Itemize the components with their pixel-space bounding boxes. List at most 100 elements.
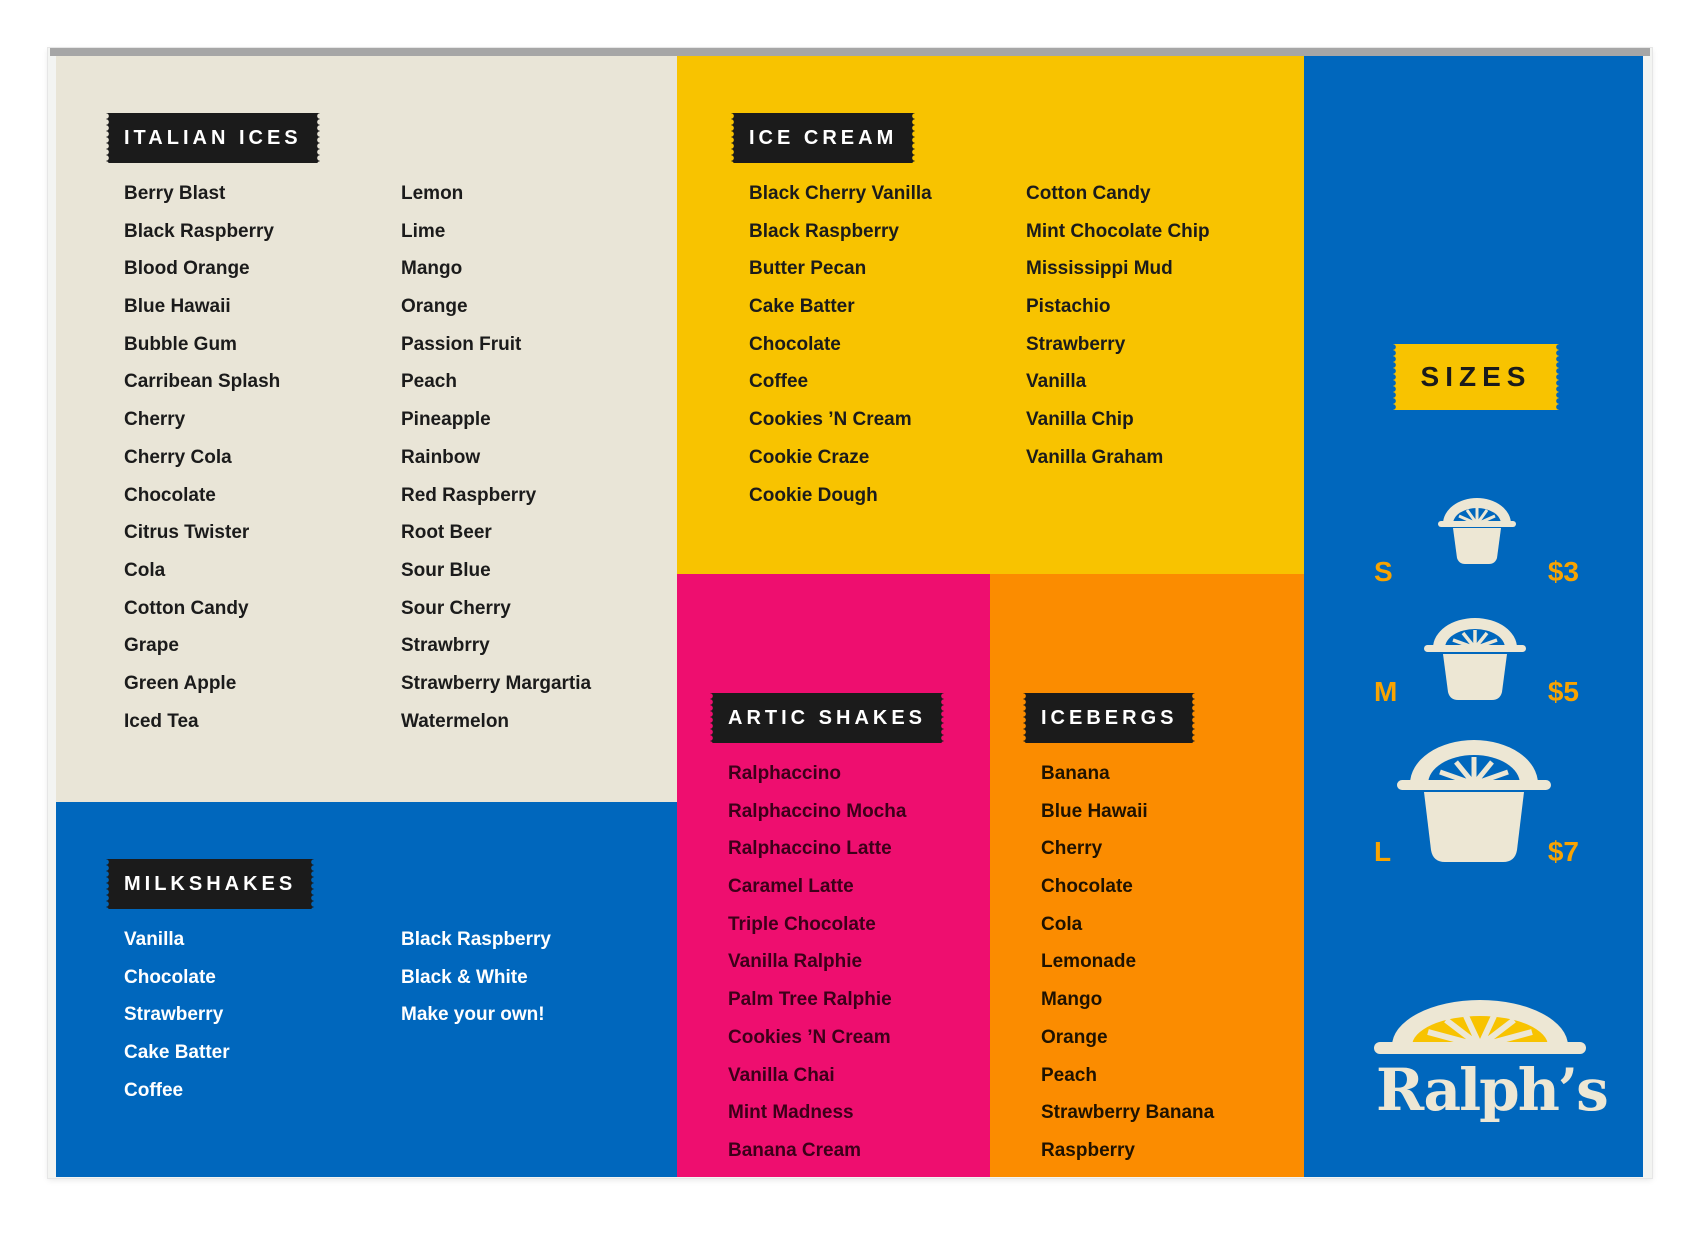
italian-ice-item: Green Apple	[124, 672, 237, 694]
milkshake-item: Black & White	[401, 966, 528, 988]
italian-ices-list-2: Lemon Lime Mango Orange Passion Fruit Peach Pi…	[401, 175, 591, 740]
ice-cream-item: Black Raspberry	[749, 220, 899, 242]
iceberg-item: Chocolate	[1041, 876, 1133, 898]
italian-ice-item: Strawberry Margartia	[401, 672, 592, 694]
menu-frame-top-edge	[50, 48, 1650, 56]
iceberg-item: Blue Hawaii	[1041, 800, 1148, 822]
large-cup-icon	[1397, 740, 1551, 862]
lemon-slice-logo-icon	[1374, 1000, 1586, 1054]
artic-shake-item: Caramel Latte	[728, 876, 854, 898]
brand-name: Ralph’s	[1376, 1056, 1609, 1124]
ice-cream-item: Cookies ’N Cream	[749, 409, 912, 431]
size-letter: L	[1374, 836, 1392, 867]
artic-shake-item: Cookies ’N Cream	[728, 1026, 891, 1048]
ice-cream-panel: ICE CREAM Black Cherry Vanilla Black Rasp…	[677, 56, 1304, 574]
ice-cream-item: Mississippi Mud	[1026, 258, 1173, 280]
artic-shake-item: Ralphaccino	[728, 763, 841, 784]
ice-cream-item: Cookie Craze	[749, 446, 870, 468]
milkshakes-list-1: Vanilla Chocolate Strawberry Cake Batter Cof…	[124, 921, 230, 1109]
italian-ice-item: Black Raspberry	[124, 220, 274, 242]
ice-cream-title: ICE CREAM	[731, 113, 916, 163]
milkshake-item: Black Raspberry	[401, 929, 551, 950]
ice-cream-item: Cotton Candy	[1026, 183, 1151, 204]
ice-cream-item: Strawberry	[1026, 333, 1126, 355]
ice-cream-item: Mint Chocolate Chip	[1026, 220, 1210, 242]
italian-ice-item: Lemon	[401, 183, 464, 204]
iceberg-item: Mango	[1041, 989, 1103, 1011]
ice-cream-item: Vanilla Graham	[1026, 446, 1164, 468]
size-letter: M	[1374, 676, 1398, 707]
icebergs-title: ICEBERGS	[1023, 693, 1196, 743]
milkshake-item: Coffee	[124, 1079, 184, 1101]
italian-ice-item: Bubble Gum	[124, 333, 237, 355]
ice-cream-item: Cookie Dough	[749, 484, 878, 506]
size-price: $3	[1547, 556, 1579, 587]
iceberg-item: Cherry	[1041, 838, 1103, 860]
italian-ice-item: Grape	[124, 635, 179, 657]
italian-ice-item: Lime	[401, 220, 446, 242]
sizes-panel: SIZES S $3 M $5 L $7 Ralph’s	[1304, 56, 1643, 1177]
italian-ice-item: Cherry Cola	[124, 446, 232, 468]
iceberg-item: Raspberry	[1041, 1139, 1135, 1161]
milkshake-item: Cake Batter	[124, 1042, 230, 1064]
ice-cream-list-1: Black Cherry Vanilla Black Raspberry Butte…	[749, 175, 932, 514]
italian-ice-item: Watermelon	[401, 710, 510, 732]
artic-shake-item: Vanilla Ralphie	[728, 951, 863, 973]
italian-ice-item: Passion Fruit	[401, 333, 522, 355]
italian-ices-list-1: Berry Blast Black Raspberry Blood Orange Bl…	[124, 175, 280, 740]
italian-ice-item: Chocolate	[124, 484, 216, 506]
milkshake-item: Strawberry	[124, 1004, 224, 1026]
ice-cream-item: Coffee	[749, 371, 809, 393]
artic-shake-item: Triple Chocolate	[728, 913, 876, 935]
italian-ice-item: Cola	[124, 559, 166, 581]
italian-ices-panel: ITALIAN ICES Berry Blast Black Raspberry B…	[56, 56, 677, 802]
italian-ice-item: Root Beer	[401, 522, 492, 544]
medium-cup-icon	[1424, 618, 1526, 700]
size-letter: S	[1374, 556, 1393, 587]
artic-shake-item: Ralphaccino Latte	[728, 838, 892, 860]
iceberg-item: Lemonade	[1041, 951, 1137, 973]
milkshakes-list-2: Black Raspberry Black & White Make your ow…	[401, 921, 551, 1034]
artic-shake-item: Banana Cream	[728, 1139, 862, 1161]
milkshakes-panel: MILKSHAKES Vanilla Chocolate Strawberry Cak…	[56, 802, 677, 1177]
artic-shakes-title: ARTIC SHAKES	[710, 693, 945, 743]
iceberg-item: Peach	[1041, 1064, 1097, 1086]
size-price: $5	[1547, 676, 1579, 707]
milkshakes-title: MILKSHAKES	[106, 859, 315, 909]
italian-ice-item: Citrus Twister	[124, 522, 250, 544]
italian-ices-title: ITALIAN ICES	[106, 113, 320, 163]
ice-cream-item: Pistachio	[1026, 296, 1111, 318]
artic-shake-item: Palm Tree Ralphie	[728, 989, 892, 1011]
milkshake-item: Vanilla	[124, 929, 185, 950]
italian-ice-item: Sour Blue	[401, 559, 491, 581]
italian-ice-item: Sour Cherry	[401, 597, 511, 619]
ice-cream-item: Vanilla	[1026, 371, 1087, 393]
italian-ice-item: Cotton Candy	[124, 597, 249, 619]
italian-ice-item: Red Raspberry	[401, 484, 537, 506]
artic-shake-item: Ralphaccino Mocha	[728, 800, 907, 822]
ice-cream-list-2: Cotton Candy Mint Chocolate Chip Mississip…	[1026, 175, 1210, 477]
italian-ice-item: Iced Tea	[124, 710, 199, 732]
ice-cream-item: Cake Batter	[749, 296, 855, 318]
iceberg-item: Cola	[1041, 913, 1083, 935]
ice-cream-item: Vanilla Chip	[1026, 409, 1134, 431]
artic-shakes-panel: ARTIC SHAKES Ralphaccino Ralphaccino Moch…	[677, 574, 990, 1177]
artic-shake-item: Vanilla Chai	[728, 1064, 835, 1086]
italian-ice-item: Berry Blast	[124, 183, 226, 204]
italian-ice-item: Peach	[401, 371, 457, 393]
iceberg-item: Orange	[1041, 1026, 1108, 1048]
size-price: $7	[1547, 836, 1579, 867]
milkshake-item: Chocolate	[124, 966, 216, 988]
ice-cream-item: Black Cherry Vanilla	[749, 183, 932, 204]
italian-ice-item: Carribean Splash	[124, 371, 281, 393]
italian-ice-item: Cherry	[124, 409, 186, 431]
italian-ice-item: Strawbrry	[401, 635, 490, 657]
ice-cream-item: Butter Pecan	[749, 258, 867, 280]
milkshake-item: Make your own!	[401, 1004, 545, 1026]
ice-cream-item: Chocolate	[749, 333, 841, 355]
italian-ice-item: Blue Hawaii	[124, 296, 231, 318]
sizes-title: SIZES	[1393, 344, 1559, 410]
iceberg-item: Strawberry Banana	[1041, 1102, 1215, 1124]
small-cup-icon	[1438, 498, 1516, 564]
italian-ice-item: Rainbow	[401, 446, 481, 468]
